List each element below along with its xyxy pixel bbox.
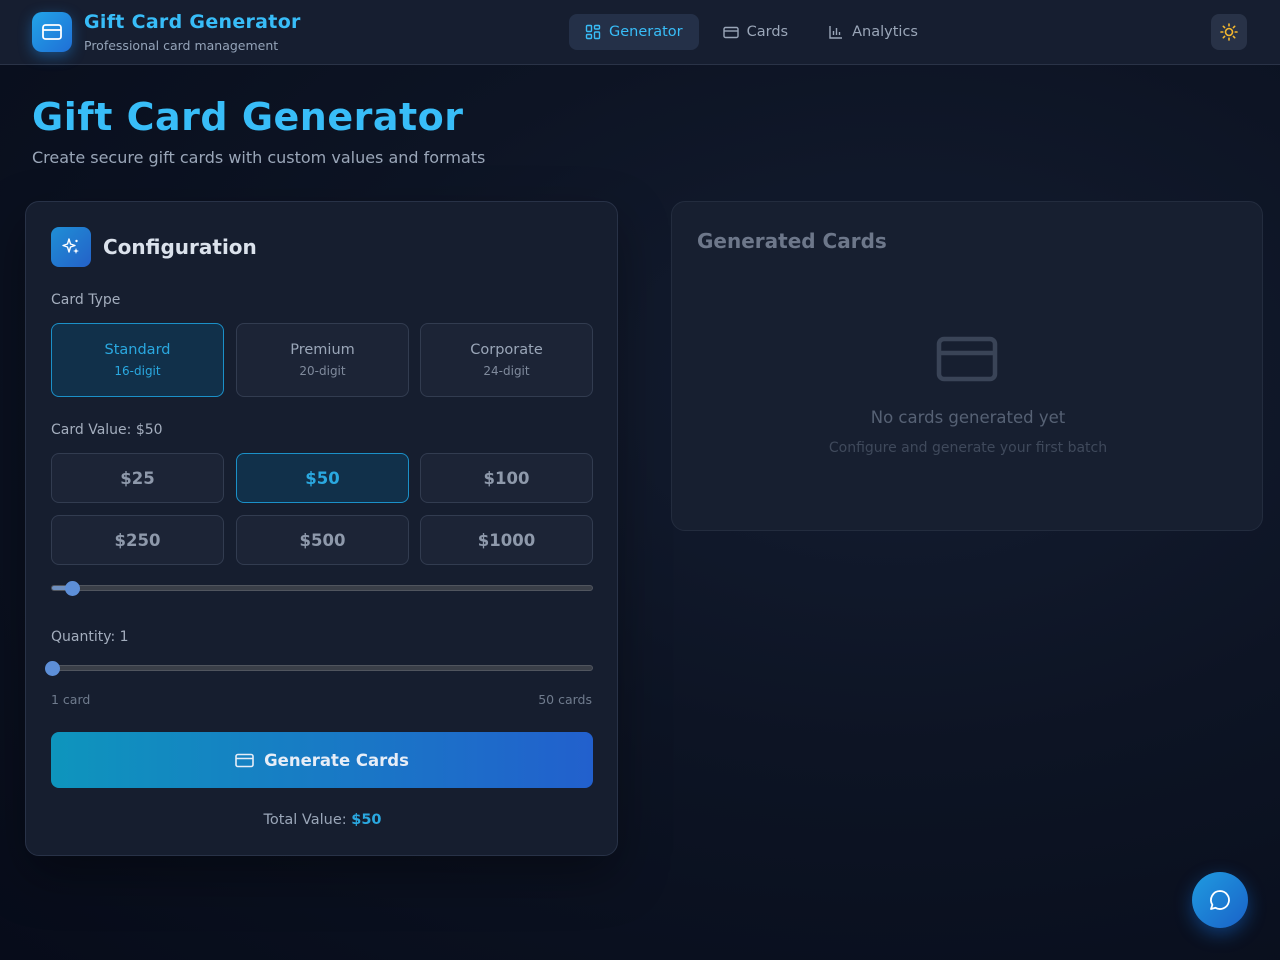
card-type-digits: 20-digit [299, 364, 346, 378]
main-nav: Generator Cards Analytics [569, 14, 934, 50]
generate-cards-button[interactable]: Generate Cards [51, 732, 593, 788]
nav-cards-label: Cards [746, 24, 789, 40]
total-value: Total Value: $50 [26, 812, 619, 828]
value-button-500[interactable]: $500 [236, 515, 409, 565]
quantity-label: Quantity: 1 [51, 629, 129, 645]
empty-state-subtitle: Configure and generate your first batch [828, 440, 1108, 456]
configuration-title: Configuration [103, 235, 257, 259]
page-subtitle: Create secure gift cards with custom val… [32, 148, 486, 167]
card-type-name: Standard [104, 342, 171, 358]
generate-cards-label: Generate Cards [264, 750, 409, 770]
generated-cards-panel: Generated Cards No cards generated yet C… [671, 201, 1263, 531]
quantity-min-label: 1 card [51, 692, 91, 707]
card-type-name: Corporate [470, 342, 543, 358]
empty-card-icon [936, 335, 998, 387]
generated-cards-title: Generated Cards [697, 229, 887, 253]
app-header: Gift Card Generator Professional card ma… [0, 0, 1280, 65]
quantity-max-label: 50 cards [538, 692, 592, 707]
configuration-panel: Configuration Card Type Standard 16-digi… [25, 201, 618, 856]
total-value-label: Total Value: [263, 812, 347, 828]
quantity-slider[interactable] [45, 661, 593, 676]
bar-chart-icon [829, 26, 843, 39]
brand-title: Gift Card Generator [84, 11, 301, 33]
sun-icon [1220, 23, 1238, 41]
nav-analytics-label: Analytics [852, 24, 918, 40]
sparkle-icon [51, 227, 91, 267]
nav-analytics[interactable]: Analytics [812, 14, 934, 50]
card-value-slider-thumb[interactable] [64, 581, 80, 596]
grid-icon [585, 24, 601, 40]
chat-bubble-icon [1210, 890, 1230, 910]
empty-state-title: No cards generated yet [870, 408, 1066, 427]
nav-generator[interactable]: Generator [569, 14, 699, 50]
card-type-digits: 16-digit [114, 364, 161, 378]
card-type-label: Card Type [51, 292, 121, 308]
card-type-premium[interactable]: Premium 20-digit [236, 323, 409, 397]
page-title: Gift Card Generator [32, 95, 464, 139]
chat-button[interactable] [1192, 872, 1248, 928]
value-button-250[interactable]: $250 [51, 515, 224, 565]
theme-toggle-button[interactable] [1211, 14, 1247, 50]
nav-cards[interactable]: Cards [707, 14, 804, 50]
card-icon [235, 753, 254, 767]
card-type-corporate[interactable]: Corporate 24-digit [420, 323, 593, 397]
quantity-slider-thumb[interactable] [45, 661, 60, 676]
value-button-100[interactable]: $100 [420, 453, 593, 503]
logo-card-icon [32, 12, 72, 52]
card-type-standard[interactable]: Standard 16-digit [51, 323, 224, 397]
card-value-label: Card Value: $50 [51, 422, 163, 438]
card-type-digits: 24-digit [483, 364, 530, 378]
value-button-1000[interactable]: $1000 [420, 515, 593, 565]
value-button-25[interactable]: $25 [51, 453, 224, 503]
nav-generator-label: Generator [609, 24, 683, 40]
total-value-amount: $50 [351, 812, 382, 828]
brand-subtitle: Professional card management [84, 38, 279, 53]
card-type-name: Premium [290, 342, 355, 358]
card-value-slider[interactable] [51, 581, 593, 596]
card-icon [722, 26, 739, 38]
value-button-50[interactable]: $50 [236, 453, 409, 503]
